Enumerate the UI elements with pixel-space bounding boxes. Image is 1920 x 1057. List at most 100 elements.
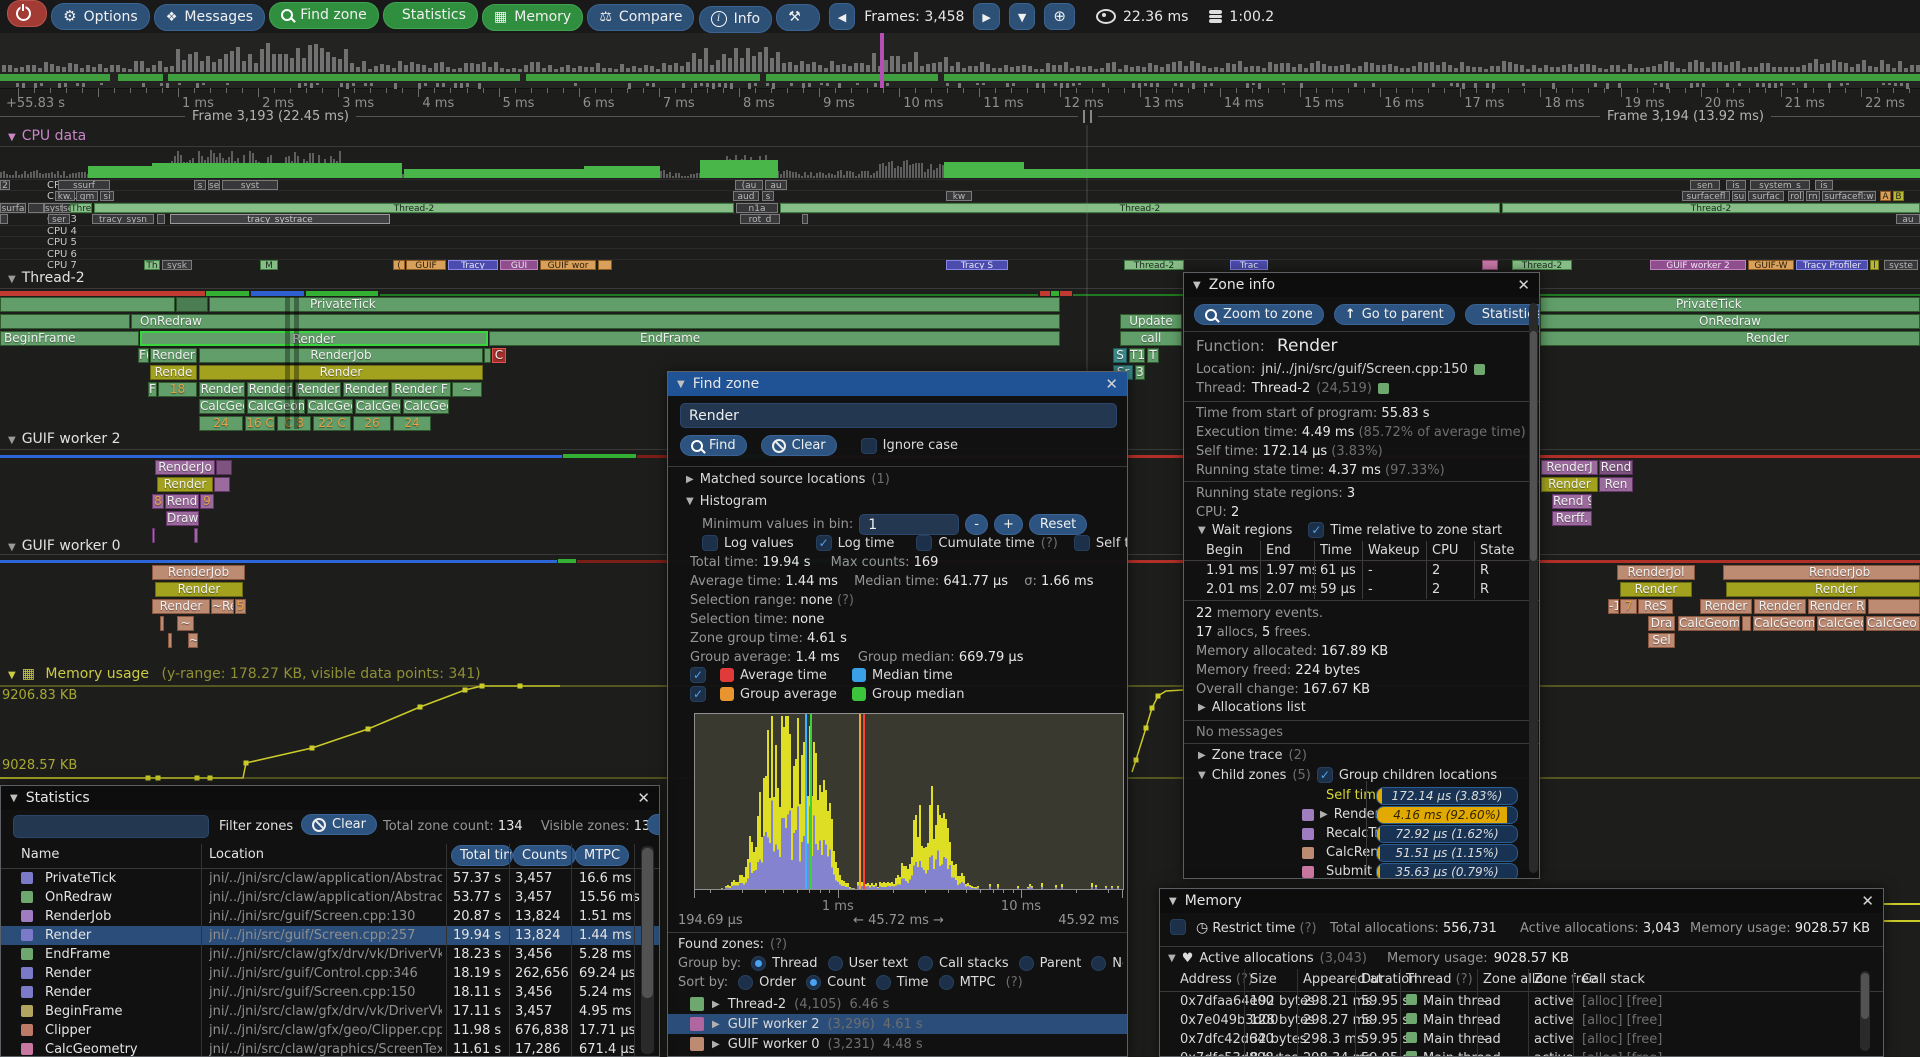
sort-by-option[interactable]: Time — [876, 975, 929, 990]
child-zone-row[interactable]: ▶ RenderJob (×2) 4.16 ms (92.60%) — [1184, 805, 1534, 824]
zone[interactable]: C — [492, 348, 506, 363]
radio-button[interactable] — [738, 975, 753, 990]
zone[interactable]: 5 — [235, 599, 246, 614]
zone[interactable]: ~ — [452, 382, 482, 397]
toolbar-button[interactable]: Options — [51, 3, 149, 30]
matched-locations-toggle[interactable]: ▶Matched source locations(1) — [686, 472, 890, 487]
cpu-segment[interactable]: kw — [946, 191, 972, 201]
zone[interactable]: 24 — [199, 416, 243, 431]
restrict-time-checkbox[interactable] — [1170, 919, 1186, 935]
cpu-segment[interactable]: Thre — [70, 203, 92, 213]
zone[interactable]: RenderJ — [1541, 460, 1598, 475]
zone[interactable]: 22 C — [313, 416, 351, 431]
memory-titlebar[interactable]: ▼Memory ✕ — [1160, 889, 1883, 913]
zone[interactable]: CalcGeomet — [1753, 616, 1815, 631]
zone[interactable]: 3 — [1135, 365, 1145, 380]
legend-checkbox[interactable] — [690, 667, 706, 683]
cpu-segment[interactable]: sysk — [162, 260, 192, 270]
zone[interactable]: Render — [140, 331, 488, 346]
allocation-row[interactable]: 0x7dfaa64e00 192 bytes 298.21 ms 59.95 s… — [1160, 992, 1883, 1011]
cpu-segment[interactable]: syste — [1884, 260, 1918, 270]
scrollbar[interactable] — [1529, 303, 1538, 873]
increment-button[interactable]: + — [994, 514, 1023, 535]
cpu-segment[interactable]: surfa — [0, 203, 26, 213]
zone[interactable]: F — [148, 382, 157, 397]
cpu-segment[interactable]: Thread-2 — [1512, 260, 1572, 270]
zone[interactable]: Render — [1620, 582, 1692, 597]
child-zone-row[interactable]: Self time 172.14 µs (3.83%) — [1184, 786, 1534, 805]
cpu-segment[interactable]: B — [1893, 191, 1904, 201]
worker2-header[interactable]: ▼GUIF worker 2 — [8, 431, 121, 447]
toolbar-button[interactable]: Messages — [154, 4, 265, 31]
focus-frame-button[interactable] — [1044, 3, 1075, 30]
cpu-segment[interactable] — [0, 214, 8, 224]
time-relative-checkbox[interactable] — [1308, 522, 1324, 538]
statistics-row[interactable]: CalcGeometry jni/../jni/src/claw/graphic… — [1, 1040, 659, 1057]
statistics-row[interactable]: BeginFrame jni/../jni/src/claw/gfx/drv/v… — [1, 1002, 659, 1021]
zone[interactable]: Rende — [150, 365, 197, 380]
clear-button[interactable]: Clear — [761, 435, 837, 456]
zone[interactable]: CalcGeo C — [1866, 616, 1920, 631]
zone[interactable]: 24 — [393, 416, 431, 431]
zone[interactable] — [216, 460, 232, 475]
sort-by-option[interactable]: MTPC — [939, 975, 996, 990]
radio-button[interactable] — [1091, 956, 1106, 971]
cpu-segment[interactable]: Th — [144, 260, 160, 270]
cpu-segment[interactable]: rot_d — [740, 214, 780, 224]
statistics-row[interactable]: Render jni/../jni/src/guif/Screen.cpp:25… — [1, 926, 659, 945]
zone[interactable]: 8 — [152, 494, 164, 509]
found-zone-group-row[interactable]: ▶ GUIF worker 0 (3,231) 4.48 s — [668, 1034, 1127, 1054]
cpu-segment[interactable] — [598, 260, 612, 270]
toolbar-button[interactable] — [7, 0, 47, 27]
zone[interactable]: 16 C — [245, 416, 275, 431]
clear-filter-button[interactable]: Clear — [301, 814, 377, 835]
histogram-option[interactable]: Log values — [702, 535, 800, 551]
close-icon[interactable]: ✕ — [637, 791, 650, 806]
zone[interactable] — [1742, 616, 1751, 631]
zone[interactable]: Render — [152, 599, 210, 614]
cpu-segment[interactable]: kw. — [55, 191, 75, 201]
cpu-segment[interactable]: (au — [735, 180, 763, 190]
zone[interactable]: Render — [1700, 599, 1752, 614]
cpu-segment[interactable]: ssurf — [58, 180, 110, 190]
cpu-segment[interactable] — [802, 214, 808, 224]
cpu-segment[interactable]: Tracy S — [946, 260, 1008, 270]
cpu-segment[interactable]: si — [100, 191, 114, 201]
zone[interactable] — [1868, 599, 1920, 614]
cpu-segment[interactable]: Thread-2 — [94, 203, 734, 213]
statistics-row[interactable]: Render jni/../jni/src/guif/Control.cpp:3… — [1, 964, 659, 983]
cpu-segment[interactable]: Trac — [1230, 260, 1268, 270]
allocation-row[interactable]: 0x7e049b3d00 128 bytes 298.27 ms 59.95 s… — [1160, 1011, 1883, 1030]
zone[interactable]: Render — [199, 365, 483, 380]
cpu-segment[interactable]: s — [762, 191, 774, 201]
zone[interactable]: PrivateTick — [1540, 297, 1920, 312]
zone[interactable]: EndFrame — [489, 331, 1060, 346]
goto-frame-button[interactable] — [1009, 3, 1035, 30]
checkbox[interactable] — [702, 535, 718, 551]
cpu-segment[interactable]: au — [1896, 214, 1920, 224]
overview-frame-marker[interactable] — [880, 33, 884, 88]
ignore-case-checkbox[interactable] — [861, 438, 877, 454]
memory-usage-header[interactable]: ▼ Memory usage (y-range: 178.27 KB, visi… — [8, 666, 481, 682]
toolbar-button[interactable] — [776, 4, 820, 31]
prev-frame-button[interactable] — [829, 3, 855, 30]
zone[interactable]: RenderJob — [1723, 565, 1920, 580]
time-ruler[interactable]: +55.83 s1 ms2 ms3 ms4 ms5 ms6 ms7 ms8 ms… — [0, 88, 1920, 108]
zone[interactable]: T1 — [1129, 348, 1145, 363]
child-zone-row[interactable]: Submit 35.63 µs (0.79%) — [1184, 862, 1534, 879]
cpu-segment[interactable]: aud — [733, 191, 759, 201]
group-by-option[interactable]: Call stacks — [918, 956, 1009, 971]
toolbar-button[interactable]: Statistics — [383, 2, 478, 29]
cpu-segment[interactable]: sen — [1690, 180, 1720, 190]
filter-input[interactable] — [13, 815, 209, 838]
sort-by-option[interactable]: Count — [806, 975, 866, 990]
zone[interactable]: RenderJob — [152, 565, 245, 580]
cpu-segment[interactable]: is — [1726, 180, 1746, 190]
allocation-row[interactable]: 0x7dfc42d640 32 bytes 298.3 ms 59.95 s M… — [1160, 1030, 1883, 1049]
checkbox[interactable] — [916, 535, 932, 551]
zone[interactable]: RenderJo — [155, 460, 215, 475]
legend-checkbox[interactable] — [690, 686, 706, 702]
zone[interactable]: Render — [343, 382, 389, 397]
zone[interactable]: Render — [1541, 477, 1598, 492]
zone[interactable]: ReS — [1638, 599, 1673, 614]
